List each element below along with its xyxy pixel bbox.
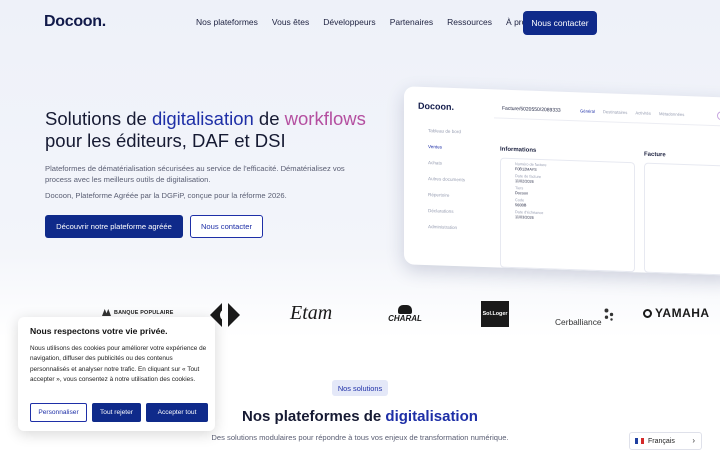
mockup-invoice-card <box>644 162 720 276</box>
cookie-customize-button[interactable]: Personnaliser <box>30 403 87 422</box>
mockup-tab: Activités <box>635 110 651 116</box>
hero-title-part: Solutions de <box>45 108 152 129</box>
language-label: Français <box>648 437 675 445</box>
banque-populaire-text: BANQUE POPULAIRE <box>114 309 174 316</box>
french-flag-icon <box>635 438 644 444</box>
mockup-sidebar-item: Répertoire <box>428 192 450 198</box>
mockup-section-invoice: Facture <box>644 151 666 159</box>
hero-title-line2: pour les éditeurs, DAF et DSI <box>45 130 286 151</box>
mockup-logo: Docoon. <box>418 100 454 112</box>
mockup-info-card: Numéro de facture F0B12MAYS Date de fact… <box>500 157 635 273</box>
cookie-title: Nous respectons votre vie privée. <box>30 326 168 336</box>
app-mockup-image: Docoon. Facture/5020550/2089333 Général … <box>404 86 720 276</box>
hero-title-part: de <box>253 108 285 129</box>
banque-populaire-logo: BANQUE POPULAIRE <box>102 309 174 316</box>
mockup-divider <box>494 117 720 127</box>
charal-bull-icon <box>398 305 412 314</box>
hero-title: Solutions de digitalisation de workflows… <box>45 108 375 152</box>
yamaha-tuning-fork-icon <box>643 308 652 318</box>
mockup-section-info: Informations <box>500 146 537 154</box>
solutions-title-part: Nos plateformes de <box>242 408 386 425</box>
mockup-sidebar-item: Tableau de bord <box>428 128 461 135</box>
nav-item-plateformes[interactable]: Nos plateformes <box>196 17 258 27</box>
hero-description: Plateformes de dématérialisation sécuris… <box>45 164 345 184</box>
mockup-tab: Métadonnées <box>658 111 685 118</box>
mockup-tabs: Général Destinataires Activités Métadonn… <box>580 108 684 117</box>
yamaha-logo: YAMAHA <box>643 306 710 320</box>
cookie-accept-button[interactable]: Accepter tout <box>146 403 208 422</box>
nav-item-ressources[interactable]: Ressources <box>447 17 492 27</box>
discover-platform-button[interactable]: Découvrir notre plateforme agréée <box>45 215 183 238</box>
nav-item-vous-etes[interactable]: Vous êtes <box>272 17 309 27</box>
bp-mark-icon <box>102 309 111 316</box>
nav-item-partenaires[interactable]: Partenaires <box>390 17 433 27</box>
charal-text: CHARAL <box>388 314 422 323</box>
mockup-tab: Général <box>580 108 595 114</box>
hero-title-highlight-pink: workflows <box>284 108 366 129</box>
hero-contact-button[interactable]: Nous contacter <box>190 215 263 238</box>
solutions-title-highlight: digitalisation <box>385 408 478 425</box>
charal-logo: CHARAL <box>386 301 424 327</box>
chevron-right-icon: › <box>692 436 695 445</box>
sologer-logo: Sol.Loger <box>481 301 509 327</box>
cerballiance-text: Cerballiance <box>555 317 602 327</box>
cookie-consent-dialog: Nous respectons votre vie privée. Nous u… <box>18 317 215 431</box>
nav-item-developpeurs[interactable]: Développeurs <box>323 17 375 27</box>
mockup-invoice-title: Facture/5020550/2089333 <box>502 105 561 114</box>
cookie-reject-button[interactable]: Tout rejeter <box>92 403 141 422</box>
hero-dgfip-note: Docoon, Plateforme Agréée par la DGFiP, … <box>45 191 287 200</box>
solutions-badge: Nos solutions <box>332 380 388 396</box>
language-selector[interactable]: Français › <box>629 432 702 450</box>
solutions-subtitle: Des solutions modulaires pour répondre à… <box>211 433 509 442</box>
cerballiance-logo: Cerballiance <box>555 300 615 330</box>
header-contact-button[interactable]: Nous contacter <box>523 11 597 35</box>
cookie-text: Nous utilisons des cookies pour améliore… <box>30 345 207 384</box>
cerballiance-dots-icon <box>604 308 613 321</box>
main-nav: Nos plateformes Vous êtes Développeurs P… <box>196 17 540 27</box>
mockup-tab: Destinataires <box>602 109 628 116</box>
mockup-sidebar-item: Ventes <box>428 144 443 150</box>
etam-logo: Etam <box>290 302 333 324</box>
page-background: Docoon. Nos plateformes Vous êtes Dévelo… <box>0 0 720 450</box>
mockup-sidebar: Tableau de bord Ventes Achats Autres doc… <box>404 116 492 267</box>
logo[interactable]: Docoon. <box>44 13 106 31</box>
yamaha-text: YAMAHA <box>655 306 710 320</box>
hero-title-highlight-blue: digitalisation <box>151 108 254 129</box>
mockup-sidebar-item: Achats <box>428 160 443 166</box>
mockup-sidebar-item: Administration <box>428 224 458 231</box>
mockup-sidebar-item: Autres documents <box>428 176 466 183</box>
mockup-sidebar-item: Déclarations <box>428 208 454 214</box>
